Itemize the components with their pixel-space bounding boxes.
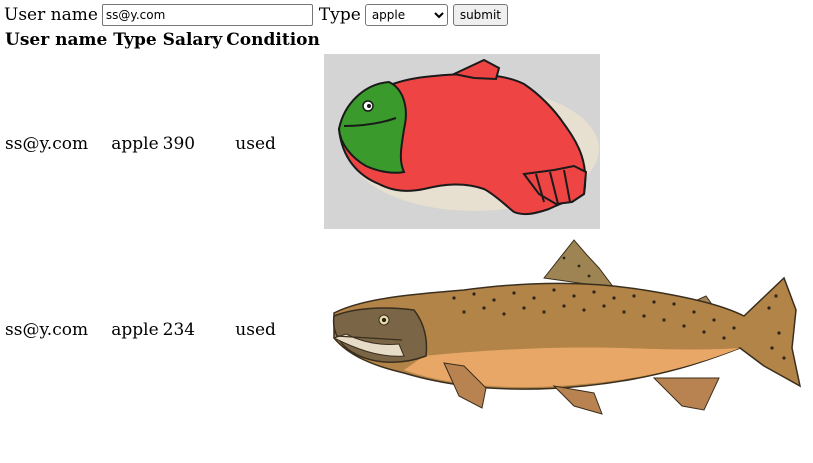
cell-type: apple	[111, 319, 159, 340]
table-header-row: User name Type Salary Condition	[4, 29, 809, 51]
submit-button[interactable]: submit	[452, 4, 509, 26]
search-form: User name Type apple submit	[4, 3, 509, 27]
cell-type: apple	[111, 134, 159, 154]
cell-condition: used	[235, 134, 276, 154]
cell-salary: 390	[162, 134, 196, 154]
cell-salary: 234	[162, 319, 196, 340]
cell-condition: used	[235, 319, 276, 340]
table-row: ss@y.com apple 390 used	[4, 53, 809, 235]
column-header-type: Type	[113, 30, 157, 50]
type-select[interactable]: apple	[364, 4, 448, 26]
cell-image	[323, 237, 809, 422]
column-header-username: User name	[5, 30, 108, 50]
cell-username: ss@y.com	[5, 134, 89, 154]
type-label: Type	[318, 5, 361, 25]
column-header-salary: Salary	[162, 30, 223, 50]
username-input[interactable]	[101, 4, 313, 26]
username-label: User name	[4, 5, 98, 25]
salmon-fish-image	[323, 238, 808, 416]
cell-image	[323, 53, 809, 235]
table-row: ss@y.com apple 234 used	[4, 237, 809, 422]
salmon-cookie-image	[323, 54, 600, 229]
cell-username: ss@y.com	[5, 319, 89, 340]
column-header-condition: Condition	[226, 30, 320, 50]
results-table: User name Type Salary Condition ss@y.com…	[2, 27, 811, 424]
